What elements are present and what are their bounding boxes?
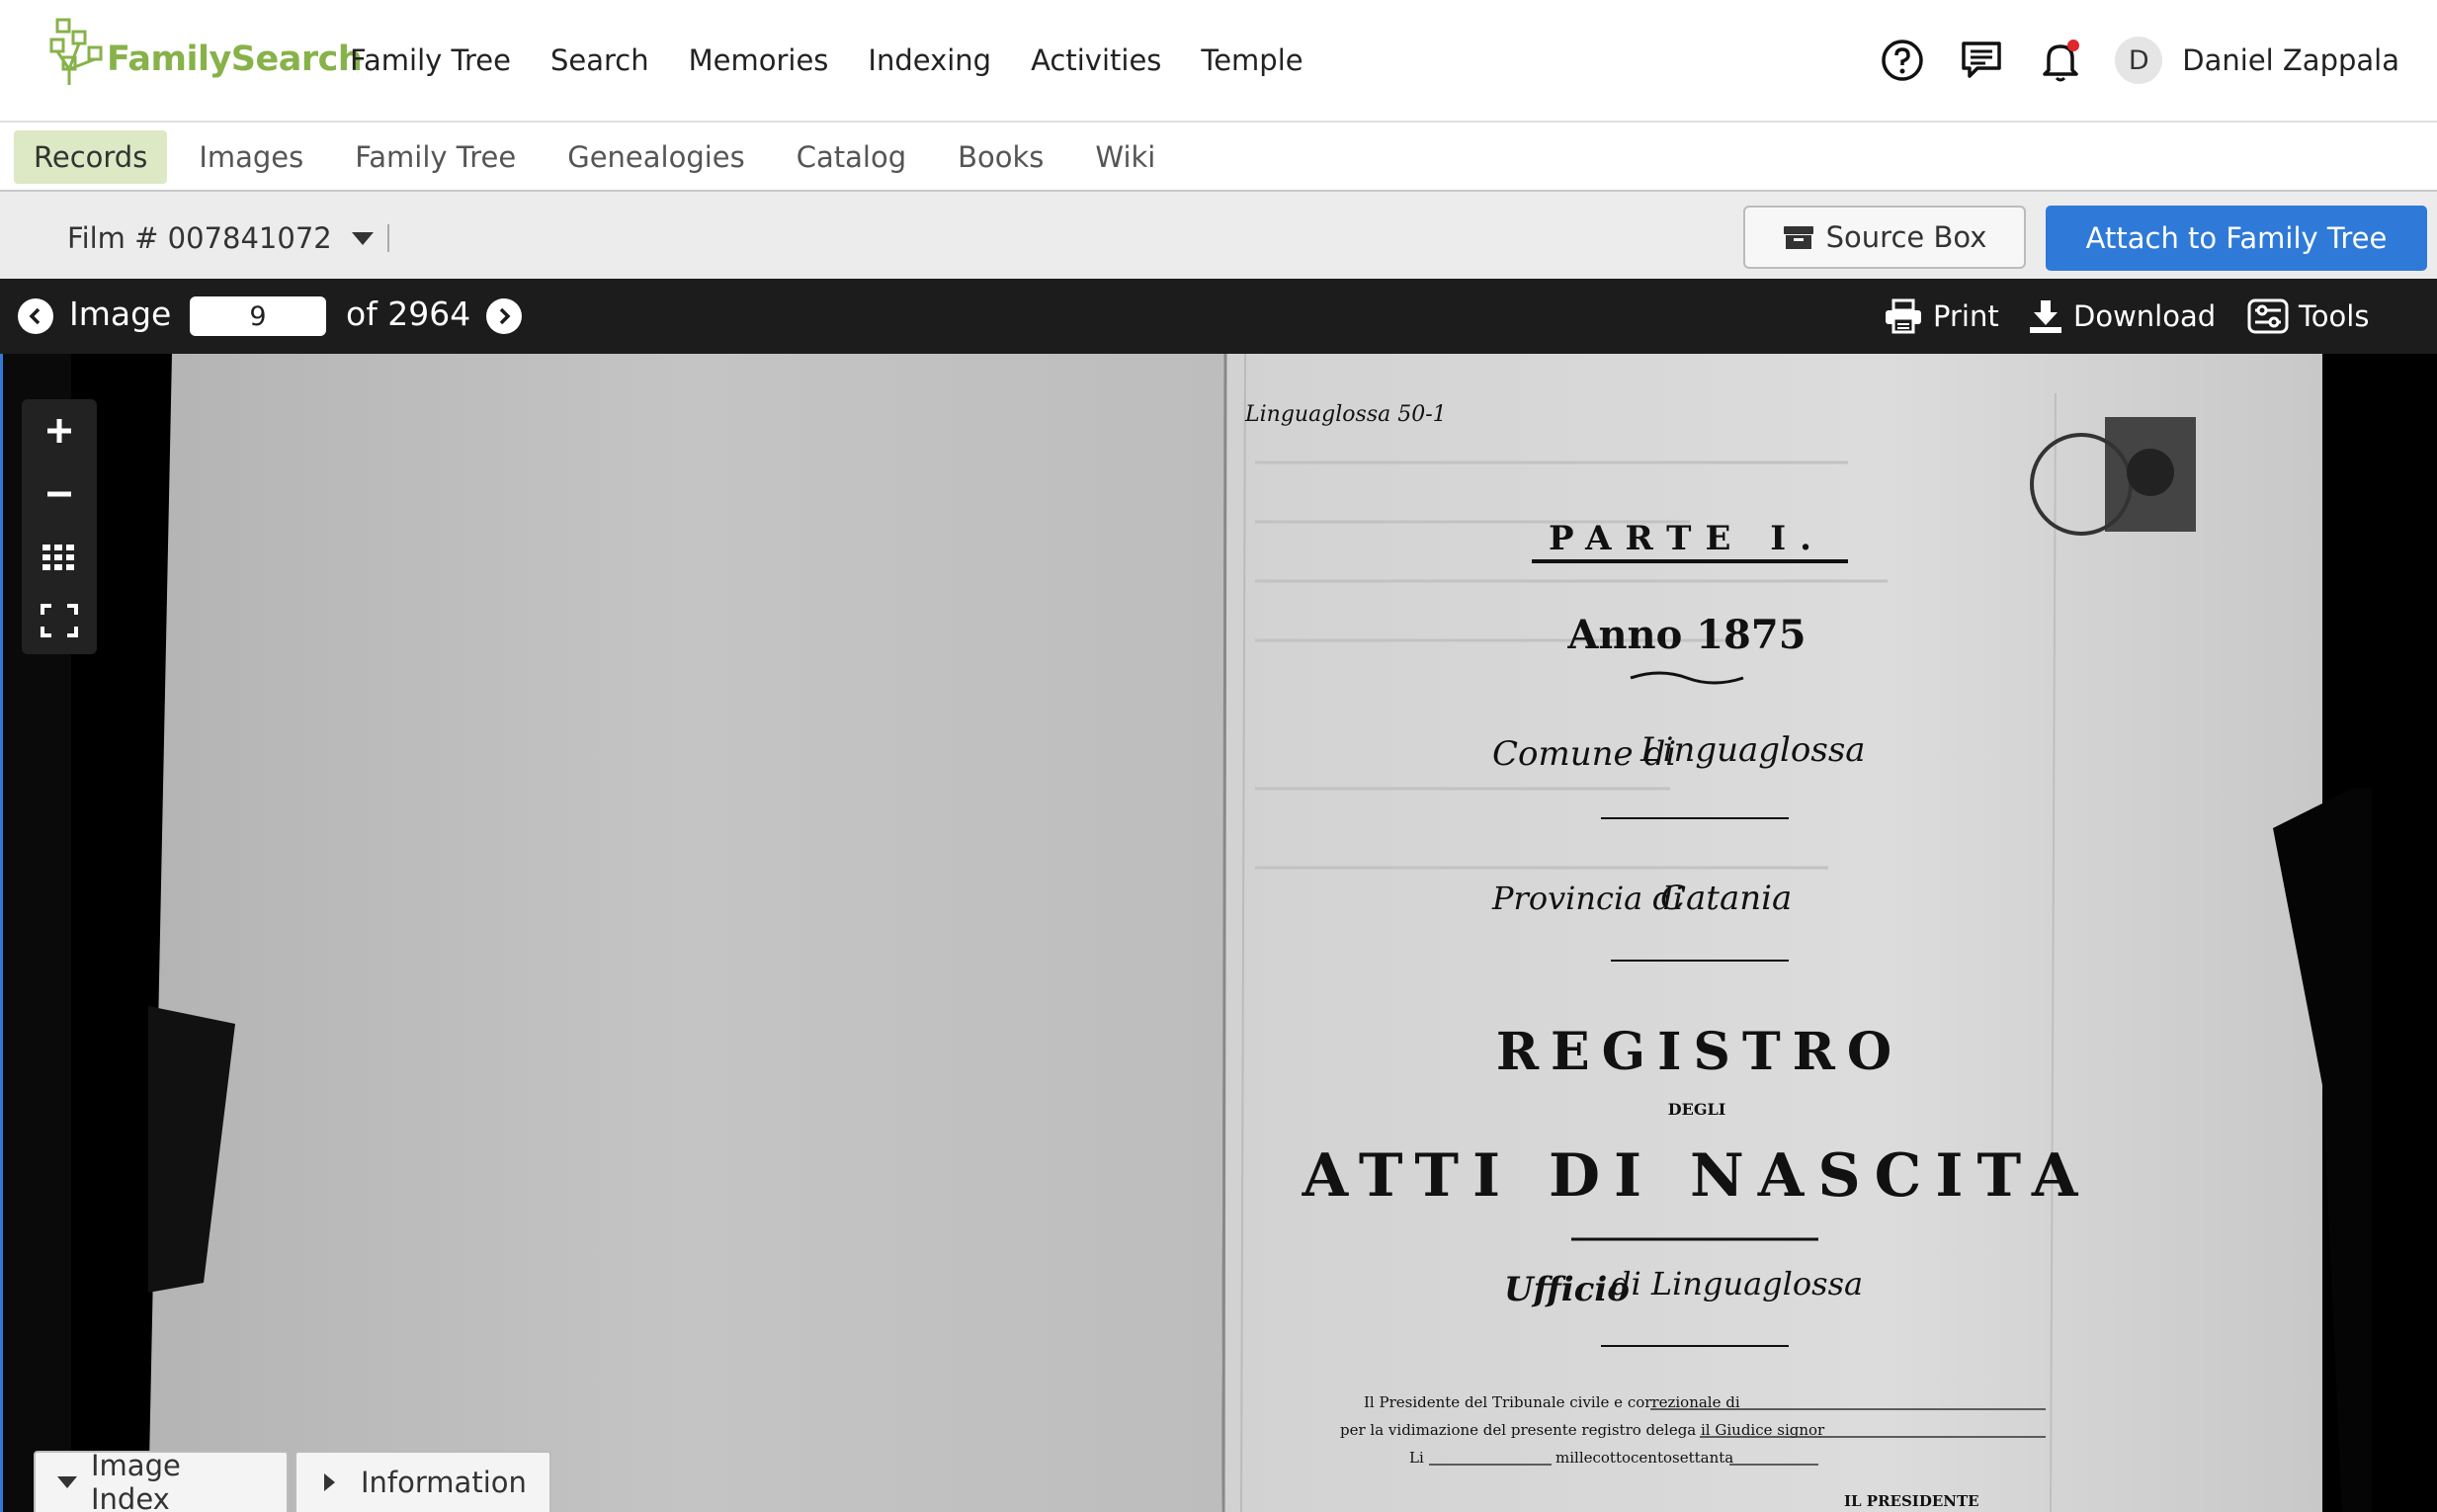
user-name[interactable]: Daniel Zappala	[2182, 43, 2399, 77]
nav-indexing[interactable]: Indexing	[868, 43, 991, 77]
information-tab[interactable]: Information	[294, 1451, 551, 1512]
sliders-icon	[2247, 298, 2289, 334]
chevron-left-icon	[29, 307, 41, 325]
tab-wiki[interactable]: Wiki	[1075, 130, 1175, 184]
atti-heading: ATTI DI NASCITA	[1302, 1141, 2092, 1211]
plus-icon	[47, 419, 71, 443]
next-image-button[interactable]	[486, 298, 522, 334]
divider	[386, 224, 389, 252]
zoom-out-button[interactable]	[22, 462, 97, 526]
tree-logo-icon	[49, 18, 103, 85]
previous-image-button[interactable]	[18, 298, 53, 334]
fullscreen-icon	[41, 604, 78, 637]
ufficio-value: di Linguaglossa	[1611, 1265, 1863, 1302]
tab-images[interactable]: Images	[179, 130, 323, 184]
familysearch-logo[interactable]: FamilySearch	[49, 18, 363, 87]
caret-right-icon	[324, 1473, 335, 1491]
brand-name: FamilySearch	[107, 40, 363, 79]
familysearch-image-viewer: FamilySearch Family Tree Search Memories…	[0, 0, 2437, 1512]
attach-to-family-tree-button[interactable]: Attach to Family Tree	[2046, 206, 2427, 271]
nav-family-tree[interactable]: Family Tree	[350, 43, 511, 77]
information-label: Information	[361, 1466, 527, 1499]
tab-catalog[interactable]: Catalog	[777, 130, 926, 184]
download-label: Download	[2073, 299, 2217, 333]
caret-down-icon	[57, 1476, 77, 1488]
fullscreen-button[interactable]	[22, 589, 97, 652]
image-toolbar: Image of 2964 Print Download Tools	[0, 279, 2437, 354]
tools-button[interactable]: Tools	[2247, 298, 2369, 334]
top-header: FamilySearch Family Tree Search Memories…	[0, 0, 2437, 123]
film-selector[interactable]: Film # 007841072	[67, 221, 389, 255]
print-label: Print	[1933, 299, 1999, 333]
archive-box-icon	[1783, 226, 1813, 249]
help-icon[interactable]	[1878, 36, 1927, 85]
header-actions: D Daniel Zappala	[1848, 36, 2399, 85]
scanned-register-page: Linguaglossa 50-1 PARTE I. Anno 1875 Com…	[148, 354, 2372, 1512]
parte-heading: PARTE I.	[1549, 519, 1825, 558]
nav-memories[interactable]: Memories	[689, 43, 829, 77]
image-label: Image	[69, 294, 172, 333]
provincia-value: Catania	[1660, 879, 1792, 918]
date-line-prefix: Li	[1409, 1449, 1424, 1467]
avatar[interactable]: D	[2115, 37, 2163, 84]
nav-activities[interactable]: Activities	[1031, 43, 1161, 77]
nav-temple[interactable]: Temple	[1201, 43, 1303, 77]
messages-icon[interactable]	[1957, 36, 2006, 85]
image-index-label: Image Index	[91, 1449, 181, 1512]
tools-label: Tools	[2299, 299, 2370, 333]
records-subnav: Records Images Family Tree Genealogies C…	[0, 123, 2437, 192]
zoom-controls	[22, 399, 97, 654]
image-total: of 2964	[346, 294, 471, 333]
margin-note: Linguaglossa 50-1	[1244, 402, 1447, 427]
main-nav: Family Tree Search Memories Indexing Act…	[350, 43, 1343, 77]
anno-heading: Anno 1875	[1566, 612, 1806, 658]
film-bar: Film # 007841072 Source Box Attach to Fa…	[0, 192, 2437, 279]
nav-search[interactable]: Search	[550, 43, 649, 77]
download-button[interactable]: Download	[2028, 298, 2216, 334]
tab-records[interactable]: Records	[14, 130, 168, 184]
presidente-signature: IL PRESIDENTE	[1844, 1492, 1979, 1510]
registro-heading: REGISTRO	[1496, 1022, 1903, 1082]
image-viewer[interactable]: Linguaglossa 50-1 PARTE I. Anno 1875 Com…	[0, 354, 2437, 1512]
date-line: millecottocentosettanta	[1555, 1449, 1733, 1467]
printer-icon	[1886, 298, 1921, 334]
provincia-label: Provincia di	[1491, 880, 1683, 917]
zoom-in-button[interactable]	[22, 399, 97, 462]
tab-family-tree[interactable]: Family Tree	[335, 130, 536, 184]
source-box-label: Source Box	[1825, 220, 1987, 254]
print-button[interactable]: Print	[1884, 298, 1999, 334]
tab-genealogies[interactable]: Genealogies	[547, 130, 765, 184]
source-box-button[interactable]: Source Box	[1743, 206, 2026, 269]
film-number: Film # 007841072	[67, 221, 332, 255]
chevron-right-icon	[499, 307, 511, 325]
grid-icon	[42, 545, 74, 570]
notifications-icon[interactable]	[2036, 36, 2085, 85]
tab-books[interactable]: Books	[938, 130, 1063, 184]
image-index-tab[interactable]: Image Index	[34, 1449, 289, 1512]
minus-icon	[47, 491, 71, 497]
download-icon	[2030, 300, 2061, 333]
degli-text: DEGLI	[1668, 1100, 1725, 1119]
gallery-view-button[interactable]	[22, 526, 97, 589]
chevron-down-icon	[351, 231, 374, 245]
image-number-input[interactable]	[190, 296, 326, 336]
comune-value: Linguaglossa	[1639, 730, 1866, 770]
